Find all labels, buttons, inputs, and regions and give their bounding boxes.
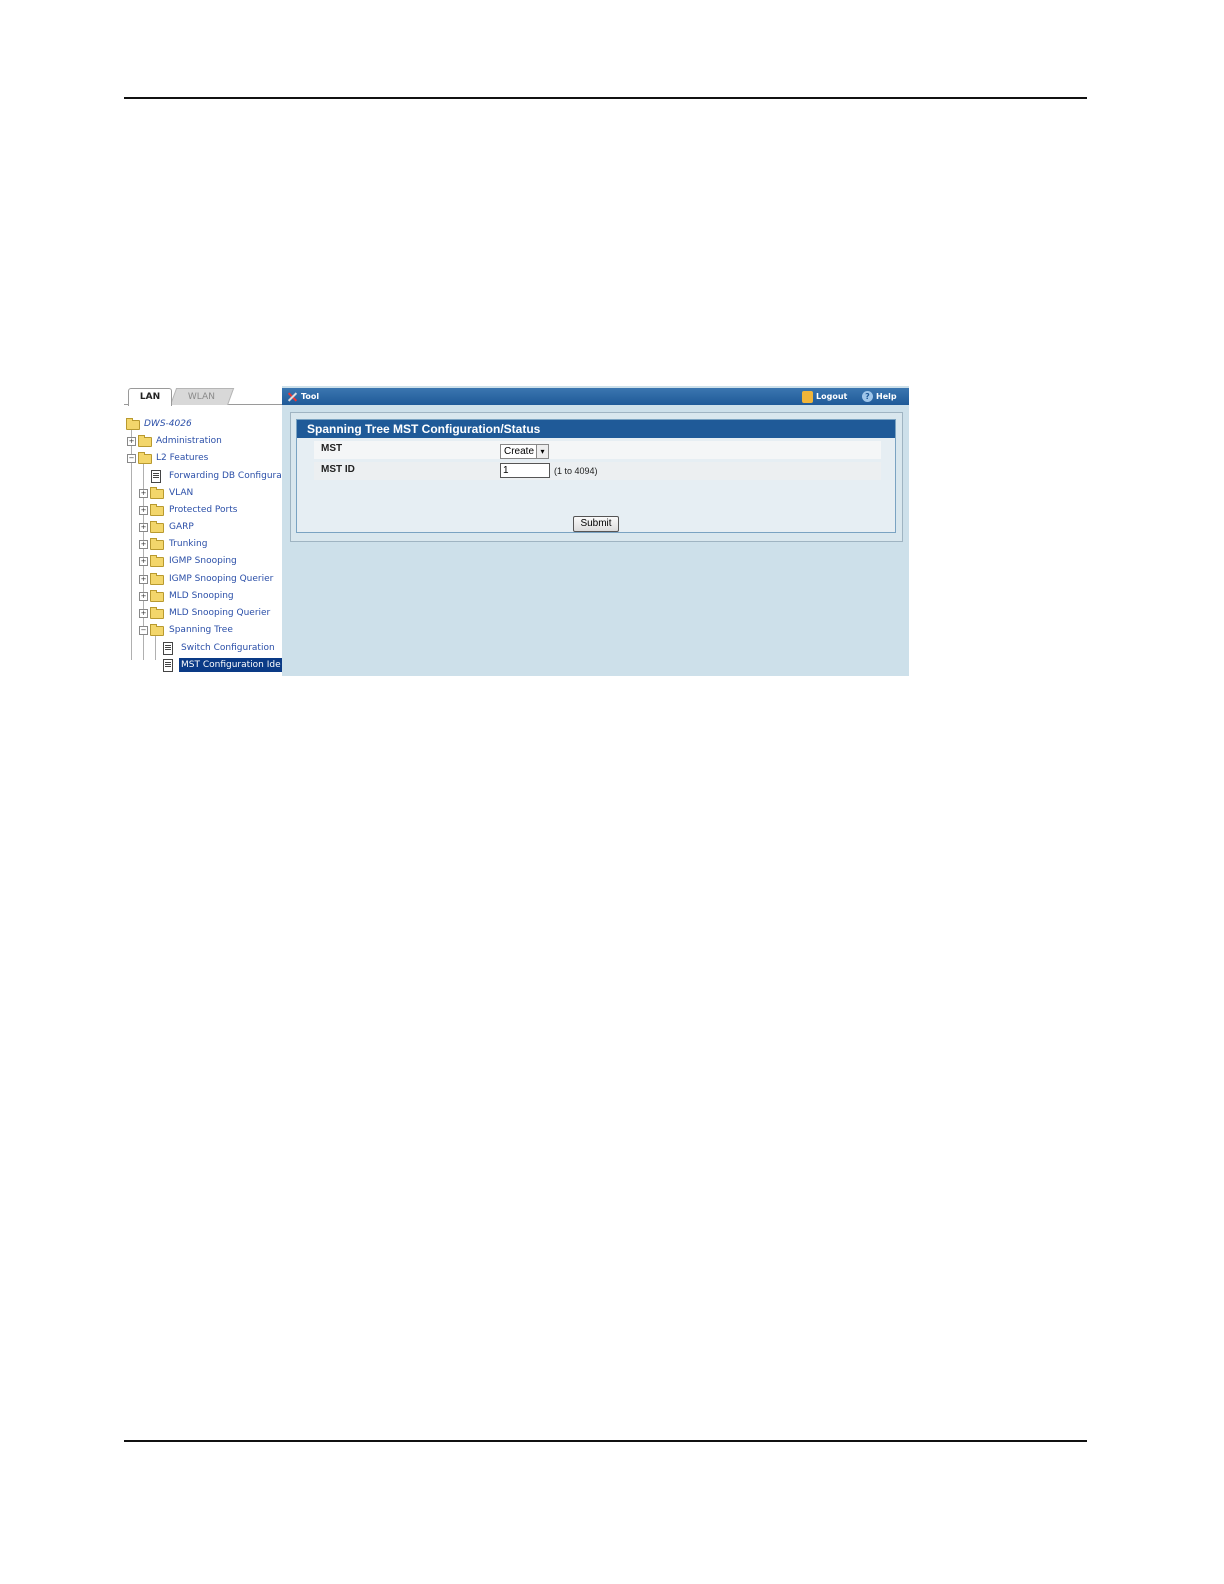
folder-icon [150, 573, 164, 585]
expand-icon[interactable]: + [139, 557, 148, 566]
mst-id-row: MST ID 1 (1 to 4094) [314, 462, 881, 480]
logout-label: Logout [816, 392, 848, 401]
tree-item-label: Administration [156, 436, 222, 446]
content-frame: Spanning Tree MST Configuration/Status M… [290, 412, 903, 542]
tool-label: Tool [301, 392, 320, 401]
content-area: Tool Logout ? Help Spanning Tree MST Con… [282, 386, 909, 676]
tree-item-label: Switch Configuration [181, 643, 275, 653]
expand-icon[interactable]: + [139, 489, 148, 498]
tree-item-label: Protected Ports [169, 505, 238, 515]
folder-icon [150, 504, 164, 516]
tree-item-label: GARP [169, 522, 194, 532]
tab-lan[interactable]: LAN [128, 388, 172, 406]
folder-icon [150, 521, 164, 533]
page-top-rule [124, 97, 1087, 99]
nav-panel: LAN WLAN DWS-4026 + Administration − L2 … [124, 386, 282, 676]
tree-item-label-selected: MST Configuration Ide [179, 658, 282, 672]
tree-item-label: Forwarding DB Configura [169, 471, 282, 481]
expand-icon[interactable]: + [139, 609, 148, 618]
tree-root-label: DWS-4026 [144, 419, 192, 429]
submit-button[interactable]: Submit [573, 516, 619, 532]
collapse-icon[interactable]: − [127, 454, 136, 463]
folder-icon [150, 538, 164, 550]
top-toolbar: Tool Logout ? Help [282, 388, 909, 405]
folder-open-icon [126, 418, 140, 430]
tree-guide-line [131, 430, 132, 660]
expand-icon[interactable]: + [139, 506, 148, 515]
page-icon [163, 659, 173, 672]
page-icon [163, 642, 173, 655]
expand-icon[interactable]: + [139, 592, 148, 601]
expand-icon[interactable]: + [139, 575, 148, 584]
tree-item-label: VLAN [169, 488, 194, 498]
tree-guide-line [155, 636, 156, 660]
folder-icon [150, 590, 164, 602]
tree-item-label: MLD Snooping Querier [169, 608, 271, 618]
mst-id-input[interactable]: 1 [500, 463, 550, 478]
tool-icon [286, 391, 298, 403]
expand-icon[interactable]: + [139, 523, 148, 532]
tool-menu[interactable]: Tool [286, 388, 319, 405]
chevron-down-icon: ▾ [536, 445, 548, 458]
folder-open-icon [138, 452, 152, 464]
page-icon [151, 470, 161, 483]
help-label: Help [876, 392, 897, 401]
tab-wlan-label: WLAN [188, 392, 216, 402]
tree-item-label: IGMP Snooping Querier [169, 574, 274, 584]
mst-config-panel: Spanning Tree MST Configuration/Status M… [296, 419, 896, 533]
expand-icon[interactable]: + [139, 540, 148, 549]
tree-item-label: Spanning Tree [169, 625, 233, 635]
collapse-icon[interactable]: − [139, 626, 148, 635]
tree-item-label: MLD Snooping [169, 591, 234, 601]
help-icon: ? [862, 391, 873, 402]
mst-row: MST Create ▾ [314, 441, 881, 459]
nav-tabs: LAN WLAN [124, 386, 282, 406]
page-bottom-rule [124, 1440, 1087, 1442]
logout-icon [802, 390, 813, 403]
screenshot: LAN WLAN DWS-4026 + Administration − L2 … [124, 386, 909, 676]
mst-select-value: Create [504, 446, 535, 457]
folder-open-icon [150, 624, 164, 636]
mst-select[interactable]: Create ▾ [500, 444, 549, 459]
folder-icon [150, 607, 164, 619]
folder-icon [150, 555, 164, 567]
tree-item-label: L2 Features [156, 453, 209, 463]
mst-label: MST [321, 443, 343, 454]
mst-id-label: MST ID [321, 464, 355, 475]
panel-title: Spanning Tree MST Configuration/Status [297, 420, 895, 438]
logout-link[interactable]: Logout [802, 388, 847, 405]
folder-icon [138, 435, 152, 447]
tree-item-label: IGMP Snooping [169, 556, 237, 566]
tree-item-label: Trunking [169, 539, 208, 549]
folder-icon [150, 487, 164, 499]
mst-id-range-hint: (1 to 4094) [554, 466, 598, 476]
tab-wlan[interactable]: WLAN [170, 388, 235, 405]
help-link[interactable]: ? Help [862, 388, 897, 405]
expand-icon[interactable]: + [127, 437, 136, 446]
